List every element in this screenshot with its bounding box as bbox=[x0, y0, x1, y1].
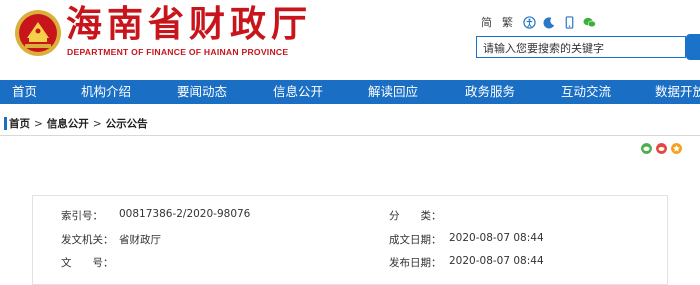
utility-links: 简 繁 bbox=[481, 14, 603, 30]
site-header: 海南省财政厅 DEPARTMENT OF FINANCE OF HAINAN P… bbox=[0, 0, 700, 80]
metadata-row: 索引号： 00817386-2/2020-98076 分 类： bbox=[33, 208, 667, 224]
issuing-authority-value: 省财政厅 bbox=[119, 234, 161, 246]
simplified-chinese-link[interactable]: 简 bbox=[481, 14, 492, 30]
breadcrumb: 首页 > 信息公开 > 公示公告 bbox=[9, 116, 148, 131]
nav-item-news[interactable]: 要闻动态 bbox=[177, 80, 227, 104]
breadcrumb-marker bbox=[4, 117, 7, 130]
search-button[interactable] bbox=[686, 34, 700, 60]
nav-item-interaction[interactable]: 互动交流 bbox=[561, 80, 611, 104]
issuing-authority-label: 发文机关： bbox=[61, 234, 114, 246]
nav-item-home[interactable]: 首页 bbox=[12, 80, 37, 104]
share-wechat-icon[interactable] bbox=[641, 143, 652, 154]
index-number-value: 00817386-2/2020-98076 bbox=[119, 208, 251, 220]
share-qzone-icon[interactable] bbox=[671, 143, 682, 154]
nav-item-services[interactable]: 政务服务 bbox=[465, 80, 515, 104]
national-emblem-icon bbox=[15, 10, 61, 56]
nav-item-data-open[interactable]: 数据开放 bbox=[655, 80, 700, 104]
nav-item-interpretation[interactable]: 解读回应 bbox=[368, 80, 418, 104]
published-date-value: 2020-08-07 08:44 bbox=[449, 255, 544, 267]
logo-chinese-title: 海南省财政厅 bbox=[66, 3, 313, 45]
breadcrumb-home-link[interactable]: 首页 bbox=[9, 118, 30, 130]
logo-english-title: DEPARTMENT OF FINANCE OF HAINAN PROVINCE bbox=[67, 47, 289, 57]
metadata-row: 发文机关： 省财政厅 成文日期： 2020-08-07 08:44 bbox=[33, 232, 667, 248]
breadcrumb-info-public-link[interactable]: 信息公开 bbox=[47, 118, 89, 130]
nav-item-about[interactable]: 机构介绍 bbox=[81, 80, 131, 104]
search-input[interactable] bbox=[477, 38, 685, 59]
created-date-label: 成文日期： bbox=[389, 234, 442, 246]
elderly-mode-icon[interactable] bbox=[543, 16, 556, 29]
main-navigation: 首页 机构介绍 要闻动态 信息公开 解读回应 政务服务 互动交流 数据开放 bbox=[0, 80, 700, 104]
nav-item-info-public[interactable]: 信息公开 bbox=[273, 80, 323, 104]
breadcrumb-separator: > bbox=[34, 118, 43, 130]
published-date-label: 发布日期： bbox=[389, 257, 442, 269]
index-number-label: 索引号： bbox=[61, 210, 103, 222]
search-box bbox=[476, 36, 686, 59]
document-metadata-panel: 索引号： 00817386-2/2020-98076 分 类： 发文机关： 省财… bbox=[32, 195, 668, 285]
traditional-chinese-link[interactable]: 繁 bbox=[502, 14, 513, 30]
wechat-icon[interactable] bbox=[583, 16, 596, 29]
category-label: 分 类： bbox=[389, 210, 442, 222]
breadcrumb-bar: 首页 > 信息公开 > 公示公告 bbox=[0, 113, 700, 136]
breadcrumb-announcements-link[interactable]: 公示公告 bbox=[106, 118, 148, 130]
accessibility-icon[interactable] bbox=[523, 15, 536, 29]
breadcrumb-separator: > bbox=[92, 118, 102, 130]
document-number-label: 文 号： bbox=[61, 257, 114, 269]
share-weibo-icon[interactable] bbox=[656, 143, 667, 154]
metadata-row: 文 号： 发布日期： 2020-08-07 08:44 bbox=[33, 255, 667, 271]
created-date-value: 2020-08-07 08:44 bbox=[449, 232, 544, 244]
mobile-icon[interactable] bbox=[563, 15, 576, 29]
